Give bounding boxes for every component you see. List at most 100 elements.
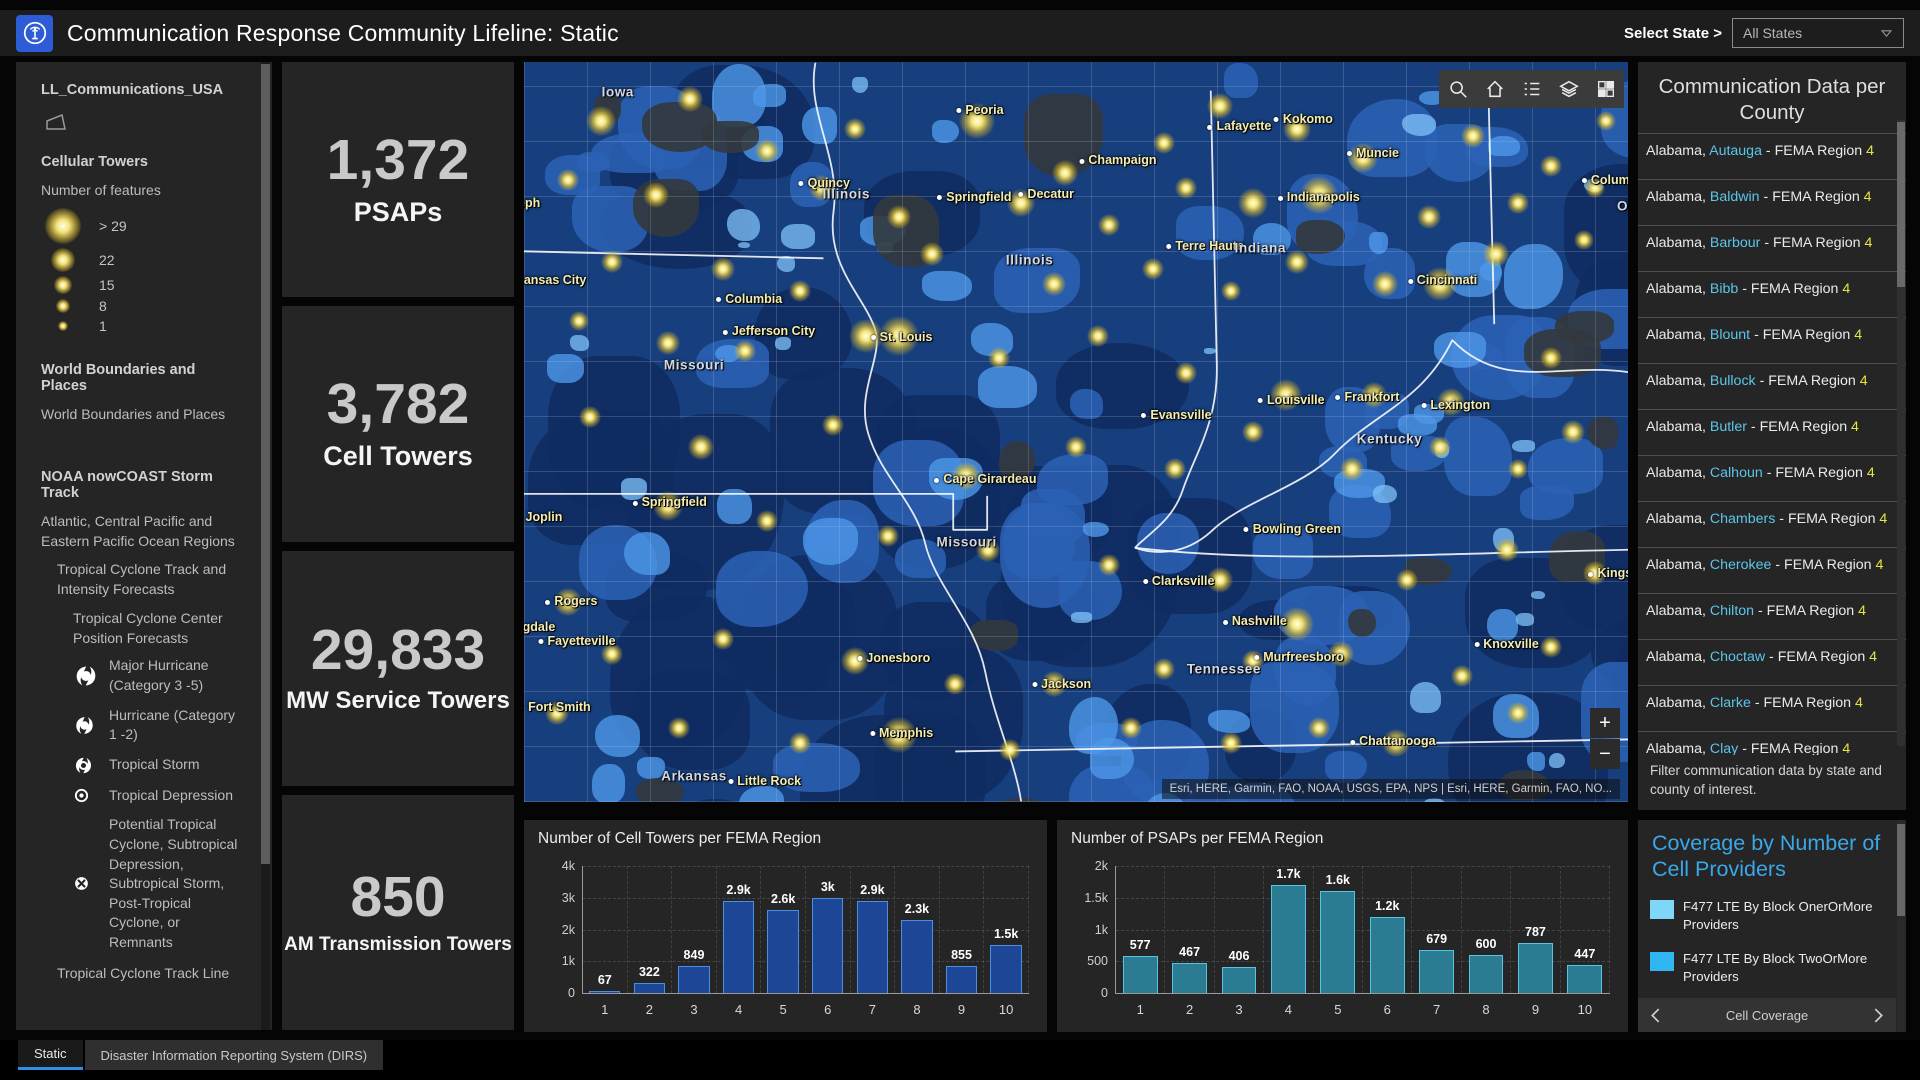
county-list-item[interactable]: Alabama, Cherokee - FEMA Region 4 xyxy=(1638,547,1906,593)
bar xyxy=(1518,943,1553,993)
fema-region-text: - FEMA Region xyxy=(1755,695,1855,711)
cell-tower-glow xyxy=(755,139,779,163)
coverage-scrollbar-thumb[interactable] xyxy=(1897,824,1905,916)
city-dot xyxy=(723,330,728,335)
city-dot xyxy=(633,501,638,506)
prev-arrow-icon[interactable] xyxy=(1650,1008,1661,1023)
y-tick-label: 2k xyxy=(537,923,575,937)
cell-tower-glow xyxy=(1495,538,1519,562)
city-dot xyxy=(1421,403,1426,408)
x-tick-label: 9 xyxy=(1511,1002,1559,1017)
legend-item-major-hurricane: Major Hurricane (Category 3 -5) xyxy=(73,656,242,695)
map-label-jonesboro: Jonesboro xyxy=(857,651,930,665)
size-legend-row: 1 xyxy=(41,318,242,334)
map-label-st-joseph: St. Joseph xyxy=(524,196,540,210)
county-name: Baldwin xyxy=(1710,189,1764,205)
city-dot xyxy=(1143,579,1148,584)
dot-box xyxy=(41,208,85,244)
x-tick-label: 4 xyxy=(717,1002,761,1017)
zoom-in-button[interactable]: + xyxy=(1590,708,1620,738)
cell-tower-glow xyxy=(557,169,579,191)
kpi-value: 850 xyxy=(350,869,445,926)
county-list-item[interactable]: Alabama, Chambers - FEMA Region 4 xyxy=(1638,501,1906,547)
map-canvas[interactable]: IowaPeoriaLafayetteKokomoMuncieChampaign… xyxy=(524,62,1628,802)
bar xyxy=(1320,891,1355,993)
map-label-cincinnati: Cincinnati xyxy=(1408,273,1477,287)
storm-legend-label: Major Hurricane (Category 3 -5) xyxy=(109,656,242,695)
county-state: Alabama, xyxy=(1646,327,1710,343)
bar xyxy=(990,945,1021,993)
coverage-legend-item: F477 LTE By Block TwoOrMore Providers xyxy=(1650,950,1892,986)
cell-tower-glow xyxy=(1164,458,1186,480)
county-state: Alabama, xyxy=(1646,603,1710,619)
county-list-item[interactable]: Alabama, Chilton - FEMA Region 4 xyxy=(1638,593,1906,639)
map-label-lafayette: Lafayette xyxy=(1207,119,1271,133)
city-dot xyxy=(857,656,862,661)
map-label-memphis: Memphis xyxy=(870,726,933,740)
home-icon[interactable] xyxy=(1476,70,1513,108)
cell-tower-glow xyxy=(844,118,866,140)
cell-tower-glow xyxy=(1507,702,1529,724)
cell-tower-glow xyxy=(1153,132,1175,154)
county-state: Alabama, xyxy=(1646,557,1710,573)
county-list-item[interactable]: Alabama, Barbour - FEMA Region 4 xyxy=(1638,225,1906,271)
county-list-item[interactable]: Alabama, Baldwin - FEMA Region 4 xyxy=(1638,179,1906,225)
potential-cyclone-icon xyxy=(73,875,103,892)
map-label-illinois: Illinois xyxy=(1006,253,1054,268)
bar-value-label: 67 xyxy=(583,973,627,987)
basemap-grid-icon[interactable] xyxy=(1587,70,1624,108)
state-dropdown[interactable]: All States xyxy=(1732,18,1904,48)
layer-group-title: World Boundaries and Places xyxy=(41,362,242,394)
map-label-kentucky: Kentucky xyxy=(1357,432,1423,447)
county-list-item[interactable]: Alabama, Bullock - FEMA Region 4 xyxy=(1638,363,1906,409)
size-legend-label: 8 xyxy=(99,298,107,314)
city-dot xyxy=(1347,151,1352,156)
county-state: Alabama, xyxy=(1646,281,1710,297)
size-legend-row: 8 xyxy=(41,298,242,314)
county-name: Autauga xyxy=(1709,143,1766,159)
polygon-layer-icon xyxy=(43,112,242,134)
x-tick-label: 2 xyxy=(1165,1002,1213,1017)
county-list-item[interactable]: Alabama, Autauga - FEMA Region 4 xyxy=(1638,133,1906,179)
tab-disaster-information-reporting-system-di[interactable]: Disaster Information Reporting System (D… xyxy=(85,1040,384,1070)
size-legend-row: 15 xyxy=(41,276,242,294)
cell-tower-glow xyxy=(1574,230,1594,250)
cell-tower-glow xyxy=(1561,420,1585,444)
kpi-value: 29,833 xyxy=(311,622,485,679)
search-icon[interactable] xyxy=(1439,70,1476,108)
map-label-missouri: Missouri xyxy=(937,534,997,549)
map-label-lexington: Lexington xyxy=(1421,398,1490,412)
map-label-muncie: Muncie xyxy=(1347,146,1399,160)
bar-value-label: 577 xyxy=(1116,938,1164,952)
storm-legend-label: Potential Tropical Cyclone, Subtropical … xyxy=(109,815,242,952)
map-label-kingsport: Kingsport xyxy=(1588,566,1628,580)
city-dot xyxy=(870,731,875,736)
bar-value-label: 679 xyxy=(1412,932,1460,946)
y-tick-label: 1k xyxy=(537,954,575,968)
county-list-item[interactable]: Alabama, Bibb - FEMA Region 4 xyxy=(1638,271,1906,317)
county-list-item[interactable]: Alabama, Blount - FEMA Region 4 xyxy=(1638,317,1906,363)
county-name: Bibb xyxy=(1710,281,1742,297)
sidebar-scrollbar-thumb[interactable] xyxy=(261,64,270,864)
legend-swatch xyxy=(1650,900,1674,919)
tab-static[interactable]: Static xyxy=(18,1040,83,1070)
cell-tower-glow xyxy=(1098,554,1120,576)
city-dot xyxy=(937,195,942,200)
kpi-label: AM Transmission Towers xyxy=(284,934,512,956)
map-label-evansville: Evansville xyxy=(1141,408,1211,422)
next-arrow-icon[interactable] xyxy=(1873,1008,1884,1023)
map-label-peoria: Peoria xyxy=(956,103,1003,117)
legend-list-icon[interactable] xyxy=(1513,70,1550,108)
county-list-item[interactable]: Alabama, Clarke - FEMA Region 4 xyxy=(1638,685,1906,731)
layers-icon[interactable] xyxy=(1550,70,1587,108)
coverage-panel-title: Coverage by Number of Cell Providers xyxy=(1638,820,1906,882)
city-dot xyxy=(1223,620,1228,625)
county-list-item[interactable]: Alabama, Choctaw - FEMA Region 4 xyxy=(1638,639,1906,685)
map-label-little-rock: Little Rock xyxy=(728,774,801,788)
county-scrollbar-thumb[interactable] xyxy=(1897,122,1905,287)
county-list-item[interactable]: Alabama, Butler - FEMA Region 4 xyxy=(1638,409,1906,455)
county-list-item[interactable]: Alabama, Calhoun - FEMA Region 4 xyxy=(1638,455,1906,501)
zoom-out-button[interactable]: − xyxy=(1590,739,1620,769)
layer-group-title: LL_Communications_USA xyxy=(41,82,242,98)
county-state: Alabama, xyxy=(1646,143,1709,159)
